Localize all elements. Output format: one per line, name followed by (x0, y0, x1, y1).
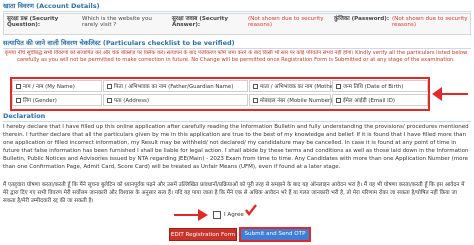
red-arrow-right-icon (174, 209, 208, 221)
instruction-hindi: कृपया नीचे सूचीबद्ध सभी विवरणों को सत्या… (4, 50, 354, 56)
checklist-item-father-name[interactable]: पिता / अभिभावक का नाम (Father/Guardian N… (103, 80, 248, 92)
agree-checkbox[interactable] (213, 211, 221, 219)
checkbox[interactable] (107, 97, 112, 103)
checklist-instructions: कृपया नीचे सूचीबद्ध सभी विवरणों को सत्या… (3, 50, 469, 78)
submit-send-otp-button[interactable]: Submit and Send OTP (239, 227, 311, 242)
checklist-title: सत्यापित की जाने वाली विवरण चेकलिस्ट (Pa… (3, 39, 235, 47)
account-details-title: खाता विवरण (Account Details) (3, 2, 100, 10)
account-details-row: सुरक्षा प्रश्न (Security Question): Whic… (3, 13, 471, 35)
checklist-item-mobile[interactable]: मोबाइल नंबर (Mobile Number) (249, 94, 333, 106)
checklist-item-dob[interactable]: जन्म तिथि (Date of Birth) (332, 80, 428, 92)
edit-registration-button[interactable]: EDIT Registration Form (169, 228, 237, 241)
checklist-item-address[interactable]: पता (Address) (103, 94, 248, 106)
divider (3, 48, 471, 49)
checklist-item-email[interactable]: ईमेल आईडी (Email ID) (332, 94, 428, 106)
checkbox[interactable] (253, 83, 258, 89)
security-question-value: Which is the website you rarely visit ? (82, 16, 152, 28)
declaration-text-hindi: मैं एतद्द्वारा घोषणा करता/करती हूँ कि मै… (3, 182, 465, 204)
password-label: कुंजिका (Password): (334, 16, 390, 22)
checklist-item-label: पिता / अभिभावक का नाम (Father/Guardian N… (114, 84, 234, 90)
red-checkmark-icon (245, 204, 257, 216)
security-answer-value: (Not shown due to security reasons) (248, 16, 324, 28)
divider (3, 121, 471, 122)
checklist-item-mother-name[interactable]: माता / अभिभावक का नाम (Mother/Guardian N… (249, 80, 382, 92)
checkbox[interactable] (336, 83, 341, 89)
checklist-item-label: ईमेल आईडी (Email ID) (343, 98, 396, 104)
security-answer-label: सुरक्षा जवाब (Security Answer): (172, 16, 229, 28)
checkbox[interactable] (107, 83, 112, 89)
checklist-item-label: मोबाइल नंबर (Mobile Number) (260, 98, 333, 104)
declaration-title: Declaration (3, 112, 46, 120)
checkbox[interactable] (16, 83, 21, 89)
checkbox[interactable] (336, 97, 341, 103)
checklist-item-label: लिंग (Gender) (23, 98, 57, 104)
checklist-item-gender[interactable]: लिंग (Gender) (12, 94, 102, 106)
password-value: (Not shown due to security reasons) (392, 16, 468, 28)
checklist-item-label: पता (Address) (114, 98, 149, 104)
security-question-label: सुरक्षा प्रश्न (Security Question): (7, 16, 59, 28)
agree-label: I Agree (224, 212, 244, 218)
checklist-item-label: नाम / नाम (My Name) (23, 84, 75, 90)
checklist-item-label: जन्म तिथि (Date of Birth) (343, 84, 404, 90)
checkbox[interactable] (253, 97, 258, 103)
checkbox[interactable] (16, 97, 21, 103)
red-arrow-left-icon (432, 87, 468, 101)
declaration-text-english: I hereby declare that I have filled up t… (3, 124, 469, 170)
divider (3, 11, 471, 12)
checklist-item-name[interactable]: नाम / नाम (My Name) (12, 80, 102, 92)
